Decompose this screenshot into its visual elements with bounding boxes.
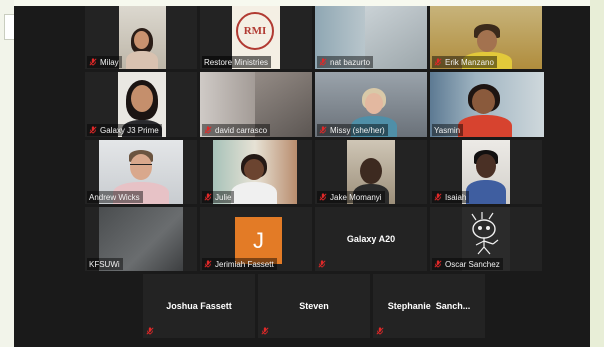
participant-tile-julie[interactable]: Julie <box>200 140 312 204</box>
muted-mic-icon <box>434 58 442 66</box>
participant-video <box>119 6 166 69</box>
participant-name-label: Oscar Sanchez <box>432 258 503 270</box>
participant-name-label: Missy (she/her) <box>317 124 388 136</box>
participant-tile-david-carrasco[interactable]: david carrasco <box>200 72 312 137</box>
participant-tile-yasmin-active-speaker[interactable]: Yasmin <box>430 72 544 137</box>
muted-mic-icon <box>319 58 327 66</box>
muted-mic-icon <box>434 193 442 201</box>
participant-tile-isaiah[interactable]: Isaiah <box>430 140 542 204</box>
window-left-edge <box>0 0 14 347</box>
window-right-edge <box>590 0 604 347</box>
muted-mic-icon <box>146 327 154 335</box>
participant-name-label: KFSUWi <box>87 258 123 270</box>
participant-name-label: Jerimiah Fassett <box>202 258 277 270</box>
participant-name-label: Yasmin <box>432 124 464 136</box>
participant-tile-restore-ministries[interactable]: RMI Restore Ministries <box>200 6 312 69</box>
profile-initial-avatar: J <box>235 217 282 264</box>
participant-name-label: Andrew Wicks <box>87 191 143 203</box>
participant-name-label: Galaxy J3 Prime <box>87 124 162 136</box>
participant-name-center: Galaxy A20 <box>346 234 396 244</box>
muted-mic-icon <box>204 126 212 134</box>
participant-tile-milay[interactable]: Milay <box>85 6 197 69</box>
participant-tile-galaxy-j3-prime[interactable]: Galaxy J3 Prime <box>85 72 197 137</box>
participant-tile-missy[interactable]: Missy (she/her) <box>315 72 427 137</box>
gallery-view: Milay RMI Restore Ministries nat bazurto <box>14 6 590 347</box>
muted-mic-icon <box>376 327 384 335</box>
participant-name-label: Jake Momanyi <box>317 191 385 203</box>
participant-name-label: Milay <box>87 56 122 68</box>
participant-name-label: nat bazurto <box>317 56 374 68</box>
participant-tile-steven[interactable]: Steven <box>258 274 370 338</box>
participant-name-label: Isaiah <box>432 191 470 203</box>
participant-tile-joshua-fassett[interactable]: Joshua Fassett <box>143 274 255 338</box>
muted-mic-icon <box>318 260 326 268</box>
muted-mic-icon <box>319 126 327 134</box>
restore-ministries-logo: RMI <box>236 12 274 50</box>
muted-mic-icon <box>89 58 97 66</box>
participant-name-label: david carrasco <box>202 124 271 136</box>
participant-tile-kfsuwi[interactable]: KFSUWi <box>85 207 197 271</box>
participant-name-label: Erik Manzano <box>432 56 497 68</box>
muted-mic-icon <box>204 260 212 268</box>
participant-name-label: Julie <box>202 191 235 203</box>
participant-name-label: Restore Ministries <box>202 56 272 68</box>
muted-mic-icon <box>319 193 327 201</box>
cartoon-avatar-icon <box>471 212 499 255</box>
participant-tile-andrew-wicks[interactable]: Andrew Wicks <box>85 140 197 204</box>
participant-tile-erik-manzano[interactable]: Erik Manzano <box>430 6 542 69</box>
participant-tile-stephanie-sanchez[interactable]: Stephanie Sanch... <box>373 274 485 338</box>
participant-tile-jake-momanyi[interactable]: Jake Momanyi <box>315 140 427 204</box>
muted-mic-icon <box>261 327 269 335</box>
participant-tile-oscar-sanchez[interactable]: Oscar Sanchez <box>430 207 542 271</box>
muted-mic-icon <box>434 260 442 268</box>
muted-mic-icon <box>89 126 97 134</box>
participant-name-center: Joshua Fassett <box>166 301 232 311</box>
participant-name-center: Steven <box>299 301 329 311</box>
participant-tile-nat-bazurto[interactable]: nat bazurto <box>315 6 427 69</box>
muted-mic-icon <box>204 193 212 201</box>
participant-tile-jerimiah-fassett[interactable]: J Jerimiah Fassett <box>200 207 312 271</box>
participant-name-center: Stephanie Sanch... <box>387 301 471 311</box>
participant-tile-galaxy-a20[interactable]: Galaxy A20 <box>315 207 427 271</box>
